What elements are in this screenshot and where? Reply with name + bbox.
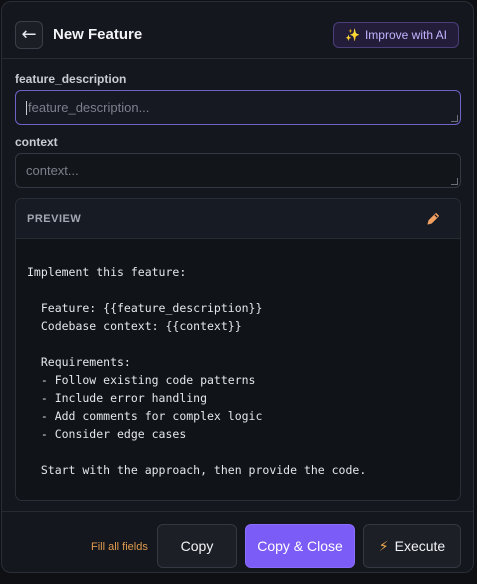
context-input[interactable]: context...: [15, 153, 461, 188]
context-label: context: [15, 135, 58, 149]
lightning-icon: ⚡: [378, 537, 389, 554]
back-button[interactable]: ←: [15, 21, 43, 49]
preview-header: PREVIEW: [16, 199, 460, 239]
feature-description-label: feature_description: [15, 72, 127, 86]
resize-handle-icon[interactable]: [451, 115, 458, 122]
feature-description-placeholder: feature_description...: [28, 100, 150, 115]
validation-hint: Fill all fields: [91, 541, 148, 553]
sparkles-icon: ✨: [345, 28, 360, 42]
feature-description-input[interactable]: feature_description...: [15, 90, 461, 125]
panel-header: ← New Feature ✨ Improve with AI: [2, 2, 473, 59]
preview-title: PREVIEW: [27, 213, 82, 225]
pencil-icon[interactable]: [425, 211, 441, 227]
arrow-left-icon: ←: [21, 24, 37, 45]
new-feature-panel: ← New Feature ✨ Improve with AI feature_…: [1, 1, 474, 573]
text-caret: [26, 100, 27, 115]
improve-with-ai-label: Improve with AI: [364, 28, 447, 42]
panel-footer: Fill all fields Copy Copy & Close ⚡ Exec…: [2, 511, 473, 572]
copy-button[interactable]: Copy: [157, 524, 237, 568]
execute-button[interactable]: ⚡ Execute: [363, 524, 461, 568]
preview-box: PREVIEW Implement this feature: Feature:…: [15, 198, 461, 501]
execute-label: Execute: [394, 538, 446, 554]
copy-and-close-label: Copy & Close: [257, 538, 343, 554]
improve-with-ai-button[interactable]: ✨ Improve with AI: [333, 22, 459, 48]
copy-label: Copy: [180, 538, 214, 554]
context-placeholder: context...: [26, 163, 79, 178]
copy-and-close-button[interactable]: Copy & Close: [245, 524, 355, 568]
resize-handle-icon[interactable]: [451, 178, 458, 185]
preview-text: Implement this feature: Feature: {{featu…: [27, 265, 367, 477]
page-title: New Feature: [53, 26, 143, 43]
